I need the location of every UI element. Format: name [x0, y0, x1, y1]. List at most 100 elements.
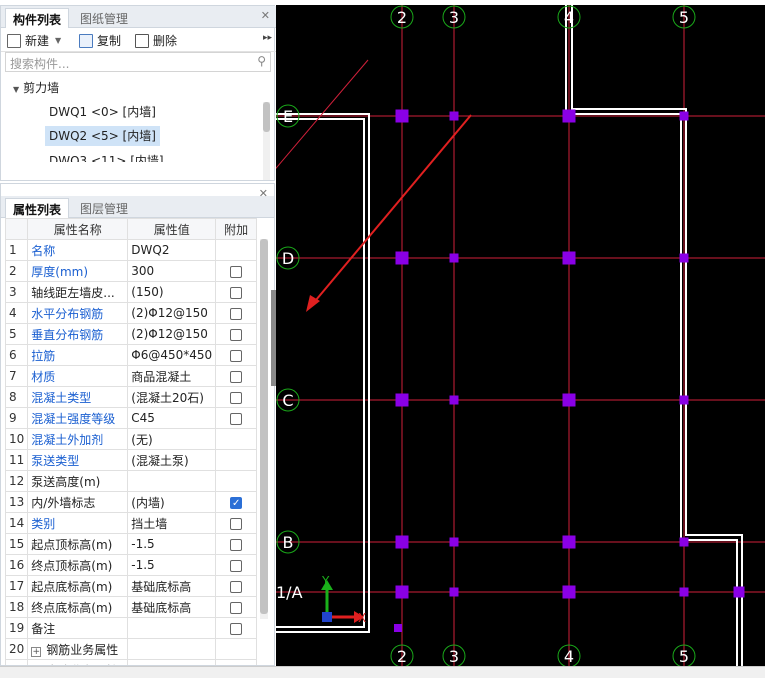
table-row[interactable]: 2 厚度(mm) 300 — [4, 260, 258, 282]
column-marker[interactable] — [679, 111, 689, 121]
tree-scroll-thumb[interactable] — [263, 102, 270, 132]
extra-checkbox[interactable] — [230, 580, 243, 593]
extra-checkbox[interactable] — [230, 349, 243, 362]
property-value[interactable] — [127, 470, 217, 492]
close-icon[interactable]: ✕ — [261, 9, 270, 22]
column-marker[interactable] — [395, 535, 409, 549]
property-value[interactable]: 基础底标高 — [127, 575, 217, 597]
property-value[interactable]: (2)Φ12@150 — [127, 323, 217, 345]
column-marker[interactable] — [562, 535, 576, 549]
tab-component-list[interactable]: 构件列表 — [5, 8, 70, 28]
table-row[interactable]: 14 类别 挡土墙 — [4, 512, 258, 534]
table-row[interactable]: 16 终点顶标高(m) -1.5 — [4, 554, 258, 576]
property-value[interactable]: (混凝土泵) — [127, 449, 217, 471]
column-marker[interactable] — [679, 587, 689, 597]
close-icon[interactable]: ✕ — [259, 187, 268, 200]
table-row[interactable]: 10 混凝土外加剂 (无) — [4, 428, 258, 450]
property-scroll-thumb[interactable] — [260, 239, 268, 614]
property-value[interactable]: -1.5 — [127, 554, 217, 576]
table-row[interactable]: 13 内/外墙标志 (内墙) ✓ — [4, 491, 258, 513]
tree-group-shear-wall[interactable]: ▼ 剪力墙 — [13, 78, 59, 98]
property-value[interactable]: 300 — [127, 260, 217, 282]
property-value[interactable]: Φ6@450*450 — [127, 344, 217, 366]
property-value[interactable]: (内墙) — [127, 491, 217, 513]
column-marker[interactable] — [679, 395, 689, 405]
tab-drawing-management[interactable]: 图纸管理 — [73, 8, 135, 28]
delete-button[interactable]: 删除 — [135, 32, 177, 49]
table-row[interactable]: 19 备注 — [4, 617, 258, 639]
property-value[interactable] — [127, 617, 217, 639]
extra-checkbox[interactable] — [230, 517, 243, 530]
column-marker[interactable] — [449, 253, 459, 263]
chevron-down-icon[interactable]: ▼ — [55, 36, 61, 45]
property-scrollbar[interactable] — [260, 239, 268, 619]
table-row[interactable]: 20 + 钢筋业务属性 — [4, 638, 258, 660]
property-value[interactable]: (混凝土20石) — [127, 386, 217, 408]
table-row[interactable]: 4 水平分布钢筋 (2)Φ12@150 — [4, 302, 258, 324]
column-marker[interactable] — [394, 624, 402, 632]
extra-checkbox[interactable]: ✓ — [230, 496, 243, 509]
property-value[interactable]: (无) — [127, 428, 217, 450]
table-row[interactable]: 15 起点顶标高(m) -1.5 — [4, 533, 258, 555]
column-marker[interactable] — [449, 537, 459, 547]
tab-layer-management[interactable]: 图层管理 — [73, 198, 135, 218]
drawing-canvas[interactable]: 2 3 4 5 2 3 4 5 E D C B 1/A Y X — [276, 5, 765, 666]
tree-item[interactable]: DWQ3 <11> [内墙] — [49, 150, 164, 162]
column-marker[interactable] — [733, 586, 745, 598]
property-value[interactable] — [127, 638, 217, 660]
column-marker[interactable] — [562, 109, 576, 123]
extra-checkbox[interactable] — [230, 622, 243, 635]
extra-checkbox[interactable] — [230, 265, 243, 278]
property-value[interactable]: C45 — [127, 407, 217, 429]
table-row[interactable]: 8 混凝土类型 (混凝土20石) — [4, 386, 258, 408]
property-value[interactable]: 挡土墙 — [127, 512, 217, 534]
extra-checkbox[interactable] — [230, 370, 243, 383]
column-marker[interactable] — [679, 537, 689, 547]
table-row[interactable]: 1 名称 DWQ2 — [4, 239, 258, 261]
column-marker[interactable] — [562, 251, 576, 265]
new-button[interactable]: 新建 ▼ — [7, 32, 61, 49]
table-row[interactable]: 5 垂直分布钢筋 (2)Φ12@150 — [4, 323, 258, 345]
property-value[interactable]: 商品混凝土 — [127, 365, 217, 387]
table-row[interactable]: 18 终点底标高(m) 基础底标高 — [4, 596, 258, 618]
column-marker[interactable] — [679, 253, 689, 263]
column-marker[interactable] — [562, 585, 576, 599]
property-value[interactable]: DWQ2 — [127, 239, 217, 261]
search-icon[interactable]: ⚲ — [257, 54, 266, 68]
column-marker[interactable] — [449, 111, 459, 121]
table-row[interactable]: 11 泵送类型 (混凝土泵) — [4, 449, 258, 471]
property-value[interactable]: 基础底标高 — [127, 596, 217, 618]
property-value[interactable]: -1.5 — [127, 533, 217, 555]
table-row[interactable]: 6 拉筋 Φ6@450*450 — [4, 344, 258, 366]
extra-checkbox[interactable] — [230, 601, 243, 614]
caret-down-icon[interactable]: ▼ — [13, 85, 19, 94]
extra-checkbox[interactable] — [230, 538, 243, 551]
extra-checkbox[interactable] — [230, 328, 243, 341]
tab-property-list[interactable]: 属性列表 — [5, 198, 70, 218]
column-marker[interactable] — [449, 587, 459, 597]
more-icon[interactable]: ▸▸ — [263, 33, 272, 43]
tree-scrollbar[interactable] — [263, 102, 270, 180]
search-input[interactable]: 搜索构件... ⚲ — [5, 52, 271, 72]
extra-checkbox[interactable] — [230, 559, 243, 572]
extra-checkbox[interactable] — [230, 286, 243, 299]
property-value[interactable]: (2)Φ12@150 — [127, 302, 217, 324]
column-marker[interactable] — [395, 109, 409, 123]
extra-checkbox[interactable] — [230, 391, 243, 404]
column-marker[interactable] — [395, 585, 409, 599]
column-marker[interactable] — [449, 395, 459, 405]
table-row[interactable]: 9 混凝土强度等级 C45 — [4, 407, 258, 429]
column-marker[interactable] — [395, 393, 409, 407]
tree-item-selected[interactable]: DWQ2 <5> [内墙] — [45, 126, 160, 146]
column-marker[interactable] — [562, 393, 576, 407]
property-value[interactable]: (150) — [127, 281, 217, 303]
copy-button[interactable]: 复制 — [79, 32, 121, 49]
extra-checkbox[interactable] — [230, 412, 243, 425]
tree-item[interactable]: DWQ1 <0> [内墙] — [49, 102, 156, 122]
table-row[interactable]: 3 轴线距左墙皮... (150) — [4, 281, 258, 303]
table-row[interactable]: 7 材质 商品混凝土 — [4, 365, 258, 387]
extra-checkbox[interactable] — [230, 307, 243, 320]
table-row[interactable]: 17 起点底标高(m) 基础底标高 — [4, 575, 258, 597]
cad-viewport[interactable]: 2 3 4 5 2 3 4 5 E D C B 1/A Y X — [276, 5, 765, 666]
expand-icon[interactable]: + — [31, 646, 42, 657]
